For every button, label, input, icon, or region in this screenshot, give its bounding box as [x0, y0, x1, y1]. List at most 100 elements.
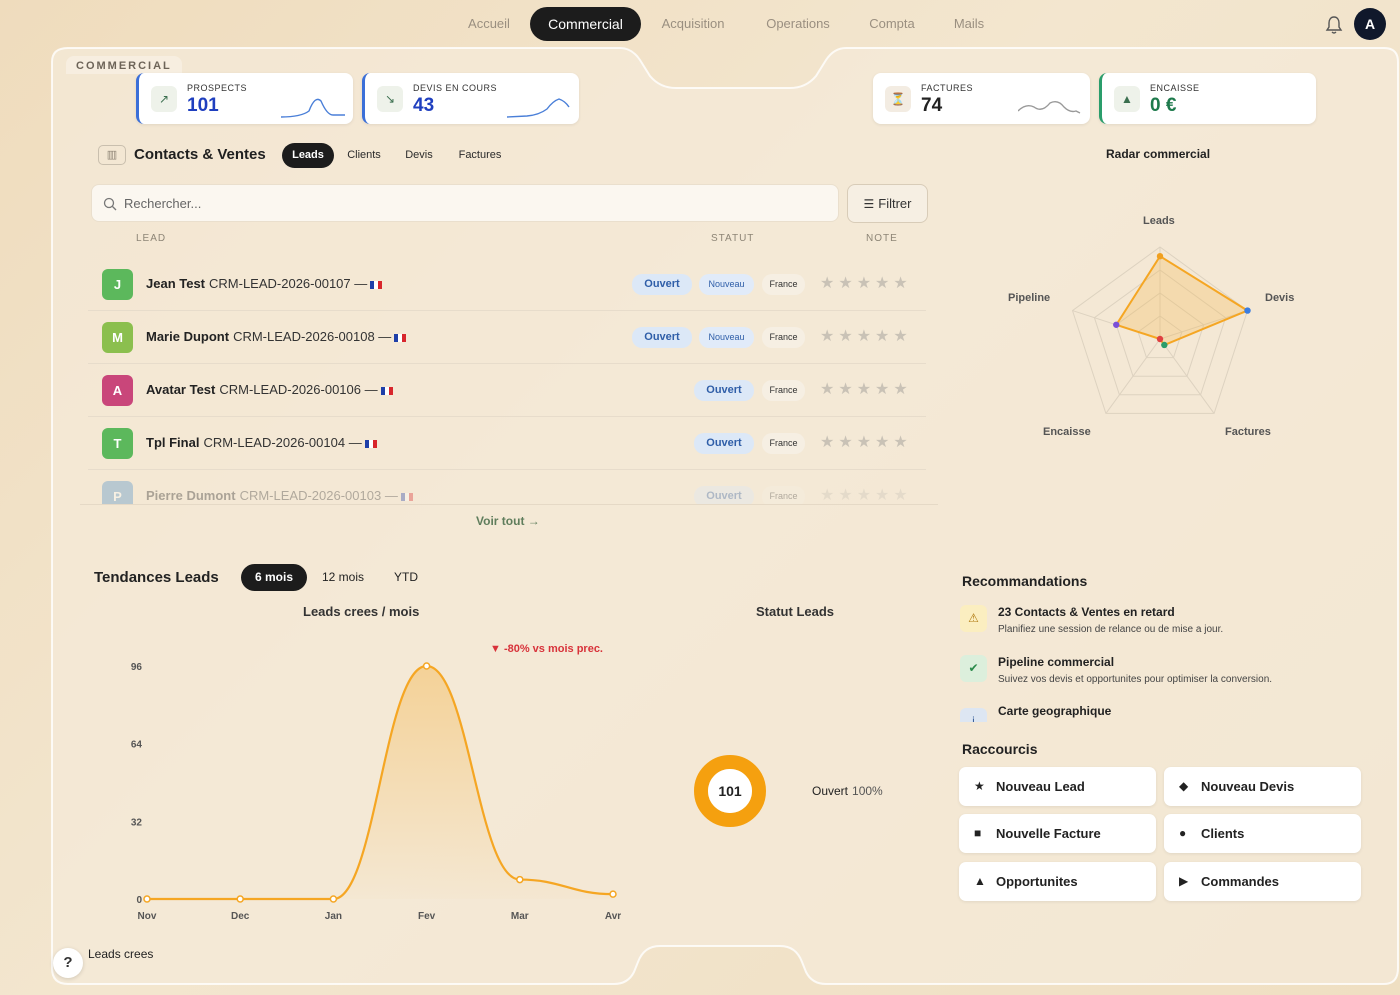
data-point: [236, 895, 244, 903]
status-badge: Ouvert: [632, 327, 692, 348]
table-row[interactable]: J Jean Test CRM-LEAD-2026-00107 — Ouvert …: [88, 258, 926, 311]
lead-name[interactable]: Marie Dupont CRM-LEAD-2026-00108 —: [146, 329, 407, 344]
rating-stars[interactable]: ★★★★★: [820, 432, 912, 452]
subtab-devis[interactable]: Devis: [398, 143, 440, 168]
top-nav: Accueil Commercial Acquisition Operation…: [0, 7, 1400, 41]
status-badge: Ouvert: [694, 486, 754, 504]
radar-axis-label: Factures: [1225, 426, 1271, 438]
filter-icon: ☰: [863, 197, 875, 211]
lead-name[interactable]: Jean Test CRM-LEAD-2026-00107 —: [146, 276, 383, 291]
rating-stars[interactable]: ★★★★★: [820, 485, 912, 504]
map-icon: i: [960, 708, 987, 722]
rating-stars[interactable]: ★★★★★: [820, 379, 912, 399]
divider: [80, 504, 938, 505]
tab-compta[interactable]: Compta: [860, 7, 924, 41]
voir-tout-link[interactable]: Voir tout →: [476, 514, 540, 528]
bell-icon[interactable]: [1324, 15, 1344, 35]
status-badge: Ouvert: [632, 274, 692, 295]
country-badge: France: [762, 433, 805, 454]
data-point: [422, 662, 431, 670]
shortcut-clients[interactable]: ● Clients: [1164, 814, 1361, 853]
kpi-value: 74: [921, 95, 943, 116]
tab-12-mois[interactable]: 12 mois: [314, 564, 372, 591]
radar-point: [1156, 253, 1164, 260]
play-icon: ▶: [1179, 874, 1189, 888]
lead-name[interactable]: Avatar Test CRM-LEAD-2026-00106 —: [146, 382, 393, 397]
column-header-note: NOTE: [866, 233, 898, 244]
square-icon: ■: [974, 826, 982, 840]
country-badge: France: [762, 327, 805, 348]
recommendation-desc: Planifiez une session de relance ou de m…: [998, 624, 1224, 635]
radar-axis-label: Encaisse: [1043, 426, 1091, 438]
subtab-clients[interactable]: Clients: [340, 143, 388, 168]
subtab-leads[interactable]: Leads: [282, 143, 334, 168]
status-badge: Ouvert: [694, 380, 754, 401]
flag-fr-icon: [394, 333, 407, 342]
table-row[interactable]: M Marie Dupont CRM-LEAD-2026-00108 — Ouve…: [88, 311, 926, 364]
x-tick-label: Jan: [325, 911, 342, 922]
radar-point: [1113, 321, 1120, 328]
section-title: Contacts & Ventes: [134, 146, 266, 163]
table-row[interactable]: A Avatar Test CRM-LEAD-2026-00106 — Ouver…: [88, 364, 926, 417]
tab-commercial[interactable]: Commercial: [530, 7, 641, 41]
table-row[interactable]: P Pierre Dumont CRM-LEAD-2026-00103 — Ouv…: [88, 470, 926, 504]
data-point: [143, 895, 151, 903]
flag-fr-icon: [380, 386, 393, 395]
kpi-prospects[interactable]: ↗ PROSPECTS 101: [136, 73, 353, 124]
status-badge: Ouvert: [694, 433, 754, 454]
x-tick-label: Dec: [231, 911, 250, 922]
shortcut-nouveau-devis[interactable]: ◆ Nouveau Devis: [1164, 767, 1361, 806]
kpi-factures[interactable]: ⏳ FACTURES 74: [873, 73, 1090, 124]
country-badge: France: [762, 380, 805, 401]
shortcut-commandes[interactable]: ▶ Commandes: [1164, 862, 1361, 901]
lead-avatar: M: [102, 322, 133, 353]
leads-area-chart: 0 32 64 96 Nov Dec Jan Fev Mar Avr: [131, 662, 621, 922]
star-icon: ★: [974, 779, 985, 793]
x-tick-label: Fev: [418, 911, 436, 922]
y-tick-label: 32: [131, 817, 143, 828]
lead-name[interactable]: Tpl Final CRM-LEAD-2026-00104 —: [146, 435, 377, 450]
recommendation-item[interactable]: i Carte geographique: [960, 704, 1260, 722]
rating-stars[interactable]: ★★★★★: [820, 326, 912, 346]
table-row[interactable]: T Tpl Final CRM-LEAD-2026-00104 — Ouvert …: [88, 417, 926, 470]
kpi-encaisse[interactable]: ▲ ENCAISSE 0 €: [1099, 73, 1316, 124]
shortcuts-title: Raccourcis: [962, 741, 1038, 757]
shortcut-nouveau-lead[interactable]: ★ Nouveau Lead: [959, 767, 1156, 806]
radar-area: [1114, 254, 1250, 347]
tab-acquisition[interactable]: Acquisition: [650, 7, 736, 41]
donut-total: 101: [718, 783, 742, 799]
chart-title: Leads crees / mois: [303, 604, 420, 619]
kpi-value: 43: [413, 95, 435, 116]
tab-operations[interactable]: Operations: [756, 7, 840, 41]
help-button[interactable]: ?: [53, 948, 83, 978]
tab-6-mois[interactable]: 6 mois: [241, 564, 307, 591]
lead-name[interactable]: Pierre Dumont CRM-LEAD-2026-00103 —: [146, 488, 413, 503]
radar-point: [1244, 307, 1251, 314]
search-input[interactable]: [124, 185, 824, 221]
flag-fr-icon: [370, 280, 383, 289]
kpi-devis[interactable]: ↘ DEVIS EN COURS 43: [362, 73, 579, 124]
x-tick-label: Avr: [605, 911, 621, 922]
statut-donut: 101: [694, 755, 766, 827]
tab-mails[interactable]: Mails: [944, 7, 994, 41]
rating-stars[interactable]: ★★★★★: [820, 273, 912, 293]
kanban-icon[interactable]: ▥: [98, 145, 126, 165]
sparkline: [281, 98, 345, 118]
y-tick-label: 0: [136, 895, 142, 906]
tab-accueil[interactable]: Accueil: [456, 7, 522, 41]
recommendation-title: Pipeline commercial: [998, 655, 1115, 669]
lead-avatar: P: [102, 481, 133, 504]
user-avatar[interactable]: A: [1354, 8, 1386, 40]
section-tag: COMMERCIAL: [66, 56, 182, 74]
lead-avatar: J: [102, 269, 133, 300]
radar-axis-label: Leads: [1143, 215, 1175, 227]
radar-axis-label: Pipeline: [1008, 292, 1051, 304]
shortcut-nouvelle-facture[interactable]: ■ Nouvelle Facture: [959, 814, 1156, 853]
subtab-factures[interactable]: Factures: [451, 143, 509, 168]
shortcut-opportunites[interactable]: ▲ Opportunites: [959, 862, 1156, 901]
x-tick-label: Mar: [511, 911, 529, 922]
filter-button[interactable]: ☰ Filtrer: [847, 184, 928, 223]
circle-icon: ●: [1179, 826, 1187, 840]
data-point: [516, 875, 524, 884]
tab-ytd[interactable]: YTD: [384, 564, 428, 591]
